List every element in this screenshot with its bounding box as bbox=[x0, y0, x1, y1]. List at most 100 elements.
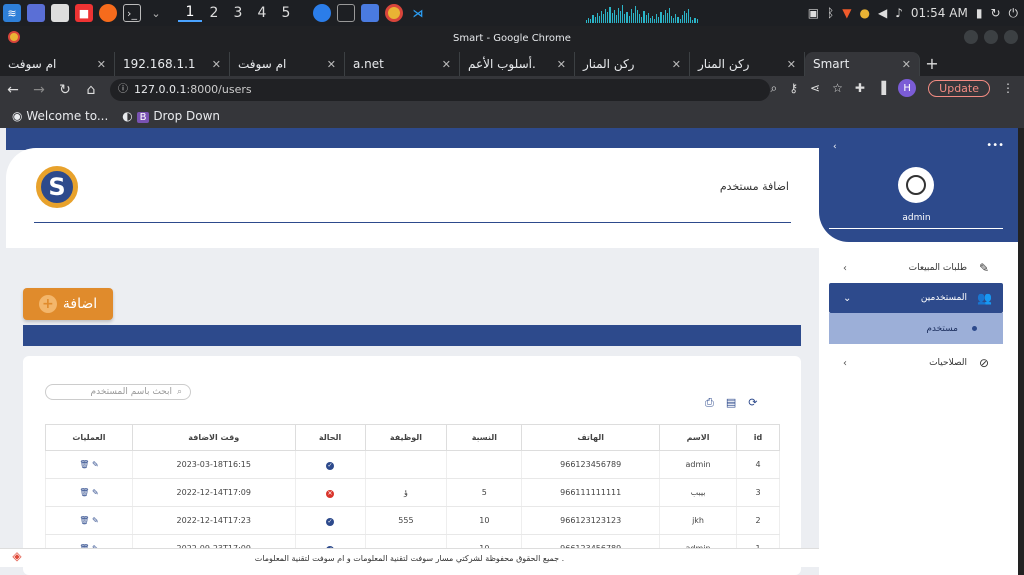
power-icon[interactable]: ⏻ bbox=[1009, 6, 1019, 21]
tab-4[interactable]: أسلوب الأعم. ✕ bbox=[460, 52, 575, 76]
visualizer-bar bbox=[630, 9, 632, 23]
home-icon[interactable]: ⌂ bbox=[78, 82, 104, 98]
workspace-4[interactable]: 4 bbox=[250, 5, 274, 21]
visualizer-bar bbox=[600, 11, 602, 23]
profile-avatar[interactable]: H bbox=[898, 79, 917, 97]
tab-2[interactable]: ام سوفت ✕ bbox=[230, 52, 345, 76]
edge-icon[interactable] bbox=[313, 4, 331, 22]
chrome-taskbar-icon[interactable] bbox=[385, 4, 403, 22]
screen-icon[interactable]: ▣ bbox=[808, 6, 819, 20]
close-icon[interactable]: ✕ bbox=[902, 58, 911, 71]
tab-7-active[interactable]: Smart ✕ bbox=[805, 52, 920, 76]
close-icon[interactable]: ✕ bbox=[557, 58, 566, 71]
page: S اضافة مستخدم + اضافة ⌕ ابحث باسم المست… bbox=[0, 128, 1024, 575]
delete-icon[interactable]: 🗑 bbox=[79, 460, 89, 469]
firefox-icon[interactable] bbox=[99, 4, 117, 22]
bell-icon[interactable]: ♪ bbox=[895, 6, 903, 20]
cell-added: 2022-12-14T17:23 bbox=[131, 506, 296, 535]
folder-icon[interactable] bbox=[361, 4, 379, 22]
maximize-icon[interactable] bbox=[984, 30, 998, 44]
close-window-icon[interactable] bbox=[1004, 30, 1018, 44]
bookmark-welcome[interactable]: ◉ Welcome to... bbox=[12, 109, 108, 123]
collapse-icon[interactable]: ‹ bbox=[833, 142, 837, 152]
edit-row-icon[interactable]: ✎ bbox=[92, 460, 99, 469]
print-icon[interactable]: ⎙ bbox=[705, 396, 714, 410]
tab-6[interactable]: ركن المنار ✕ bbox=[690, 52, 805, 76]
excel-icon[interactable]: ▤ bbox=[726, 396, 736, 410]
close-icon[interactable]: ✕ bbox=[327, 58, 336, 71]
files-icon[interactable] bbox=[51, 4, 69, 22]
delete-icon[interactable]: 🗑 bbox=[79, 488, 89, 497]
brave-icon[interactable]: ▼ bbox=[842, 6, 851, 20]
user-avatar[interactable] bbox=[898, 167, 934, 203]
tab-5[interactable]: ركن المنار ✕ bbox=[575, 52, 690, 76]
close-icon[interactable]: ✕ bbox=[442, 58, 451, 71]
sidebar-item-users[interactable]: ⌄ المستخدمين 👥 bbox=[829, 283, 1003, 313]
star-icon[interactable]: ☆ bbox=[832, 81, 843, 95]
update-button[interactable]: Update bbox=[928, 79, 990, 97]
tab-0[interactable]: ام سوفت ✕ bbox=[0, 52, 115, 76]
table-row: 🗑 ✎ 2023-03-18T16:15 ✓ 966123456789 admi… bbox=[45, 450, 780, 479]
sidebar-item-sales-orders[interactable]: ‹ طلبات المبيعات ✎ bbox=[829, 253, 1003, 283]
app-menu-icon[interactable]: ≋ bbox=[3, 4, 21, 22]
zoom-icon[interactable]: ⌕ bbox=[771, 81, 778, 96]
address-bar[interactable]: ⓘ 127.0.0.1:8000/users bbox=[110, 79, 770, 101]
desktop-icon[interactable] bbox=[27, 4, 45, 22]
new-tab-icon[interactable]: + bbox=[920, 54, 944, 73]
key-icon[interactable]: ⚷ bbox=[789, 81, 798, 95]
workspace-2[interactable]: 2 bbox=[202, 5, 226, 21]
reload-icon[interactable]: ↻ bbox=[52, 82, 78, 98]
close-icon[interactable]: ✕ bbox=[787, 58, 796, 71]
chevron-down-icon[interactable]: ⌄ bbox=[147, 4, 165, 22]
refresh-table-icon[interactable]: ⟳ bbox=[748, 396, 757, 410]
visualizer-bar bbox=[605, 9, 607, 23]
cell-id: 3 bbox=[736, 478, 780, 507]
edit-row-icon[interactable]: ✎ bbox=[92, 516, 99, 525]
sidepanel-icon[interactable]: ▐ bbox=[877, 81, 886, 95]
minimize-icon[interactable] bbox=[964, 30, 978, 44]
extensions-icon[interactable]: ✚ bbox=[855, 81, 865, 95]
terminal-icon[interactable]: ›_ bbox=[123, 4, 141, 22]
tab-1[interactable]: 192.168.1.1 ✕ bbox=[115, 52, 230, 76]
terminal-window-icon[interactable] bbox=[337, 4, 355, 22]
visualizer-bar bbox=[624, 14, 626, 23]
edit-row-icon[interactable]: ✎ bbox=[92, 488, 99, 497]
close-icon[interactable]: ✕ bbox=[97, 58, 106, 71]
search-input[interactable]: ⌕ ابحث باسم المستخدم bbox=[45, 384, 191, 400]
lock-icon[interactable]: ▮ bbox=[976, 6, 983, 20]
sidebar-item-permissions[interactable]: ‹ الصلاحيات ⊘ bbox=[829, 348, 1003, 378]
close-icon[interactable]: ✕ bbox=[672, 58, 681, 71]
sidebar-subitem-user[interactable]: مستخدم bbox=[829, 313, 1003, 344]
scrollbar[interactable] bbox=[1018, 128, 1024, 575]
visualizer-bar bbox=[592, 15, 594, 23]
pdf-icon[interactable]: ■ bbox=[75, 4, 93, 22]
share-icon[interactable]: ⋖ bbox=[810, 81, 820, 95]
sidebar-subitem-label: مستخدم bbox=[926, 323, 958, 334]
bluetooth-icon[interactable]: ᛒ bbox=[827, 6, 834, 20]
forward-icon[interactable]: → bbox=[26, 82, 52, 98]
sidebar-item-label: الصلاحيات bbox=[929, 358, 967, 368]
refresh-icon[interactable]: ↻ bbox=[990, 6, 1000, 20]
clock[interactable]: 01:54 AM bbox=[911, 6, 968, 20]
bookmark-dropdown[interactable]: ◐ B Drop Down bbox=[122, 109, 220, 123]
volume-icon[interactable]: ◀ bbox=[878, 6, 887, 20]
sidebar-item-label: طلبات المبيعات bbox=[908, 263, 967, 273]
menu-icon[interactable]: ⋮ bbox=[1002, 81, 1014, 95]
divider bbox=[34, 222, 791, 223]
chrome-tray-icon[interactable]: ● bbox=[859, 6, 869, 20]
back-icon[interactable]: ← bbox=[0, 82, 26, 98]
chevron-left-icon: ‹ bbox=[843, 262, 847, 274]
visualizer-bar bbox=[639, 14, 641, 23]
workspace-3[interactable]: 3 bbox=[226, 5, 250, 21]
delete-icon[interactable]: 🗑 bbox=[79, 516, 89, 525]
table-card: ⌕ ابحث باسم المستخدم ⎙ ▤ ⟳ العمليات وقت … bbox=[23, 356, 801, 575]
workspace-1[interactable]: 1 bbox=[178, 4, 202, 22]
visualizer-bar bbox=[666, 13, 668, 23]
close-icon[interactable]: ✕ bbox=[212, 58, 221, 71]
add-user-button[interactable]: + اضافة bbox=[23, 288, 113, 320]
more-icon[interactable]: ••• bbox=[986, 140, 1004, 151]
info-icon[interactable]: ⓘ bbox=[118, 79, 128, 101]
workspace-5[interactable]: 5 bbox=[274, 5, 298, 21]
tab-3[interactable]: a.net ✕ bbox=[345, 52, 460, 76]
vscode-icon[interactable]: ⋊ bbox=[409, 4, 427, 22]
